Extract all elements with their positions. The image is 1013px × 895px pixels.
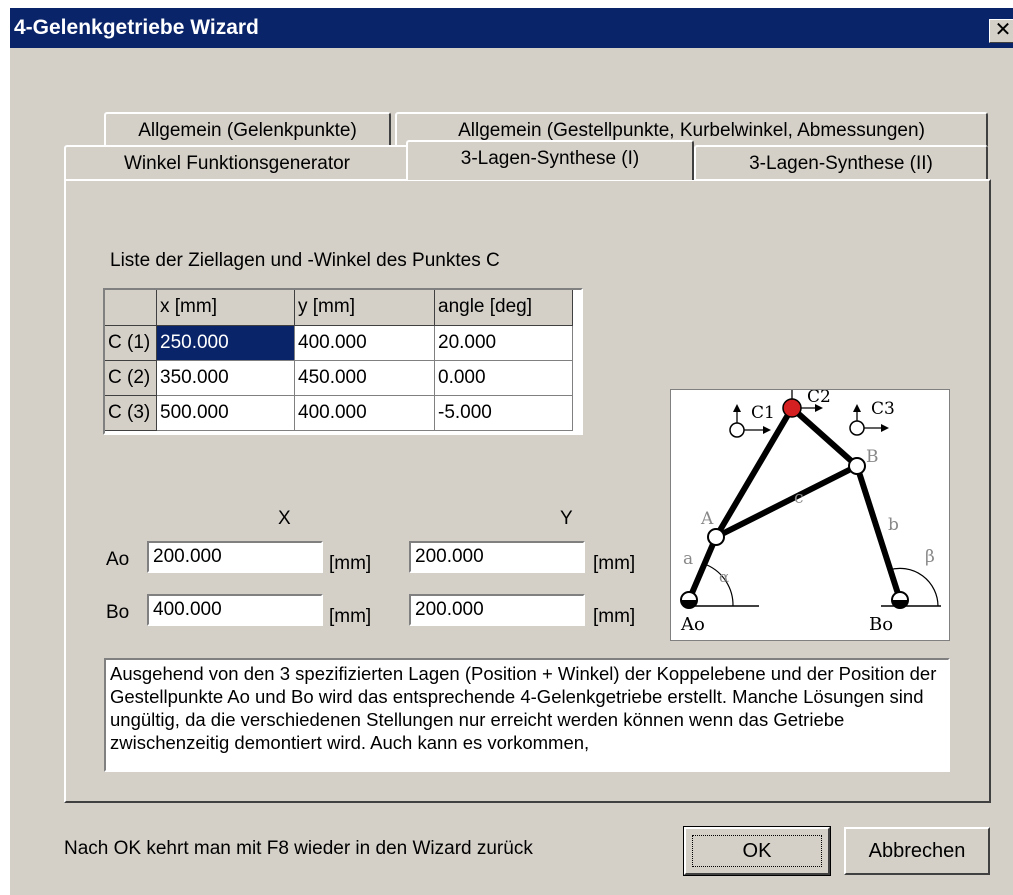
ok-button[interactable]: OK xyxy=(683,826,831,876)
x-column-header: X xyxy=(278,508,291,529)
ao-label: Ao xyxy=(106,549,130,570)
bo-y-input[interactable]: 200.000 xyxy=(409,594,585,626)
row-header-c3[interactable]: C (3) xyxy=(105,396,157,431)
cell-c1-x[interactable]: 250.000 xyxy=(157,326,295,361)
tab-allgemein-gelenkpunkte[interactable]: Allgemein (Gelenkpunkte) xyxy=(104,112,391,146)
cell-c1-y[interactable]: 400.000 xyxy=(295,326,435,361)
y-column-header: Y xyxy=(560,508,573,529)
linkage-diagram: C1 C2 C3 B A c b a α β Ao Bo xyxy=(670,387,950,641)
tab-3-lagen-synthese-2[interactable]: 3-Lagen-Synthese (II) xyxy=(694,145,988,179)
ao-diagram-label: Ao xyxy=(680,614,705,635)
cell-c3-angle[interactable]: -5.000 xyxy=(435,396,573,431)
cancel-button[interactable]: Abbrechen xyxy=(844,827,990,875)
bo-diagram-label: Bo xyxy=(869,614,893,635)
linkage-diagram-svg: C1 C2 C3 B A c b a α β Ao Bo xyxy=(680,387,941,635)
cell-c2-x[interactable]: 350.000 xyxy=(157,361,295,396)
title-bar: 4-Gelenkgetriebe Wizard ✕ xyxy=(10,8,1013,48)
cell-c2-angle[interactable]: 0.000 xyxy=(435,361,573,396)
beta-label: β xyxy=(925,547,935,567)
target-positions-grid: x [mm] y [mm] angle [deg] C (1) 250.000 … xyxy=(103,288,583,435)
ao-y-unit: [mm] xyxy=(593,553,636,574)
bo-x-unit: [mm] xyxy=(329,606,372,627)
bo-label: Bo xyxy=(106,602,130,623)
footer-hint: Nach OK kehrt man mit F8 wieder in den W… xyxy=(64,838,533,859)
list-title: Liste der Ziellagen und -Winkel des Punk… xyxy=(110,250,500,271)
c1-label: C1 xyxy=(751,403,775,423)
c-link-label: c xyxy=(794,488,804,508)
description-textbox[interactable]: Ausgehend von den 3 spezifizierten Lagen… xyxy=(104,658,950,772)
column-header-angle[interactable]: angle [deg] xyxy=(435,290,573,326)
grid-corner xyxy=(105,290,157,326)
c2-point-marker xyxy=(782,398,802,418)
tab-3-lagen-synthese-1[interactable]: 3-Lagen-Synthese (I) xyxy=(406,140,694,180)
a-point-label: A xyxy=(700,509,714,529)
ao-x-unit: [mm] xyxy=(329,553,372,574)
b-point-label: B xyxy=(866,447,879,467)
window-title: 4-Gelenkgetriebe Wizard xyxy=(14,16,259,39)
tab-winkel-funktionsgenerator[interactable]: Winkel Funktionsgenerator xyxy=(64,145,410,179)
close-icon[interactable]: ✕ xyxy=(989,19,1013,43)
c3-label: C3 xyxy=(871,399,895,419)
cell-c3-x[interactable]: 500.000 xyxy=(157,396,295,431)
column-header-x[interactable]: x [mm] xyxy=(157,290,295,326)
bo-y-unit: [mm] xyxy=(593,606,636,627)
ao-y-input[interactable]: 200.000 xyxy=(409,541,585,573)
row-header-c2[interactable]: C (2) xyxy=(105,361,157,396)
ok-focus-rect xyxy=(692,835,822,867)
cell-c1-angle[interactable]: 20.000 xyxy=(435,326,573,361)
cell-c3-y[interactable]: 400.000 xyxy=(295,396,435,431)
column-header-y[interactable]: y [mm] xyxy=(295,290,435,326)
cell-c2-y[interactable]: 450.000 xyxy=(295,361,435,396)
b-link-label: b xyxy=(888,515,899,535)
alpha-label: α xyxy=(719,568,729,586)
a-link-label: a xyxy=(683,549,693,569)
c2-label: C2 xyxy=(807,390,831,407)
row-header-c1[interactable]: C (1) xyxy=(105,326,157,361)
ao-x-input[interactable]: 200.000 xyxy=(147,541,323,573)
bo-x-input[interactable]: 400.000 xyxy=(147,594,323,626)
